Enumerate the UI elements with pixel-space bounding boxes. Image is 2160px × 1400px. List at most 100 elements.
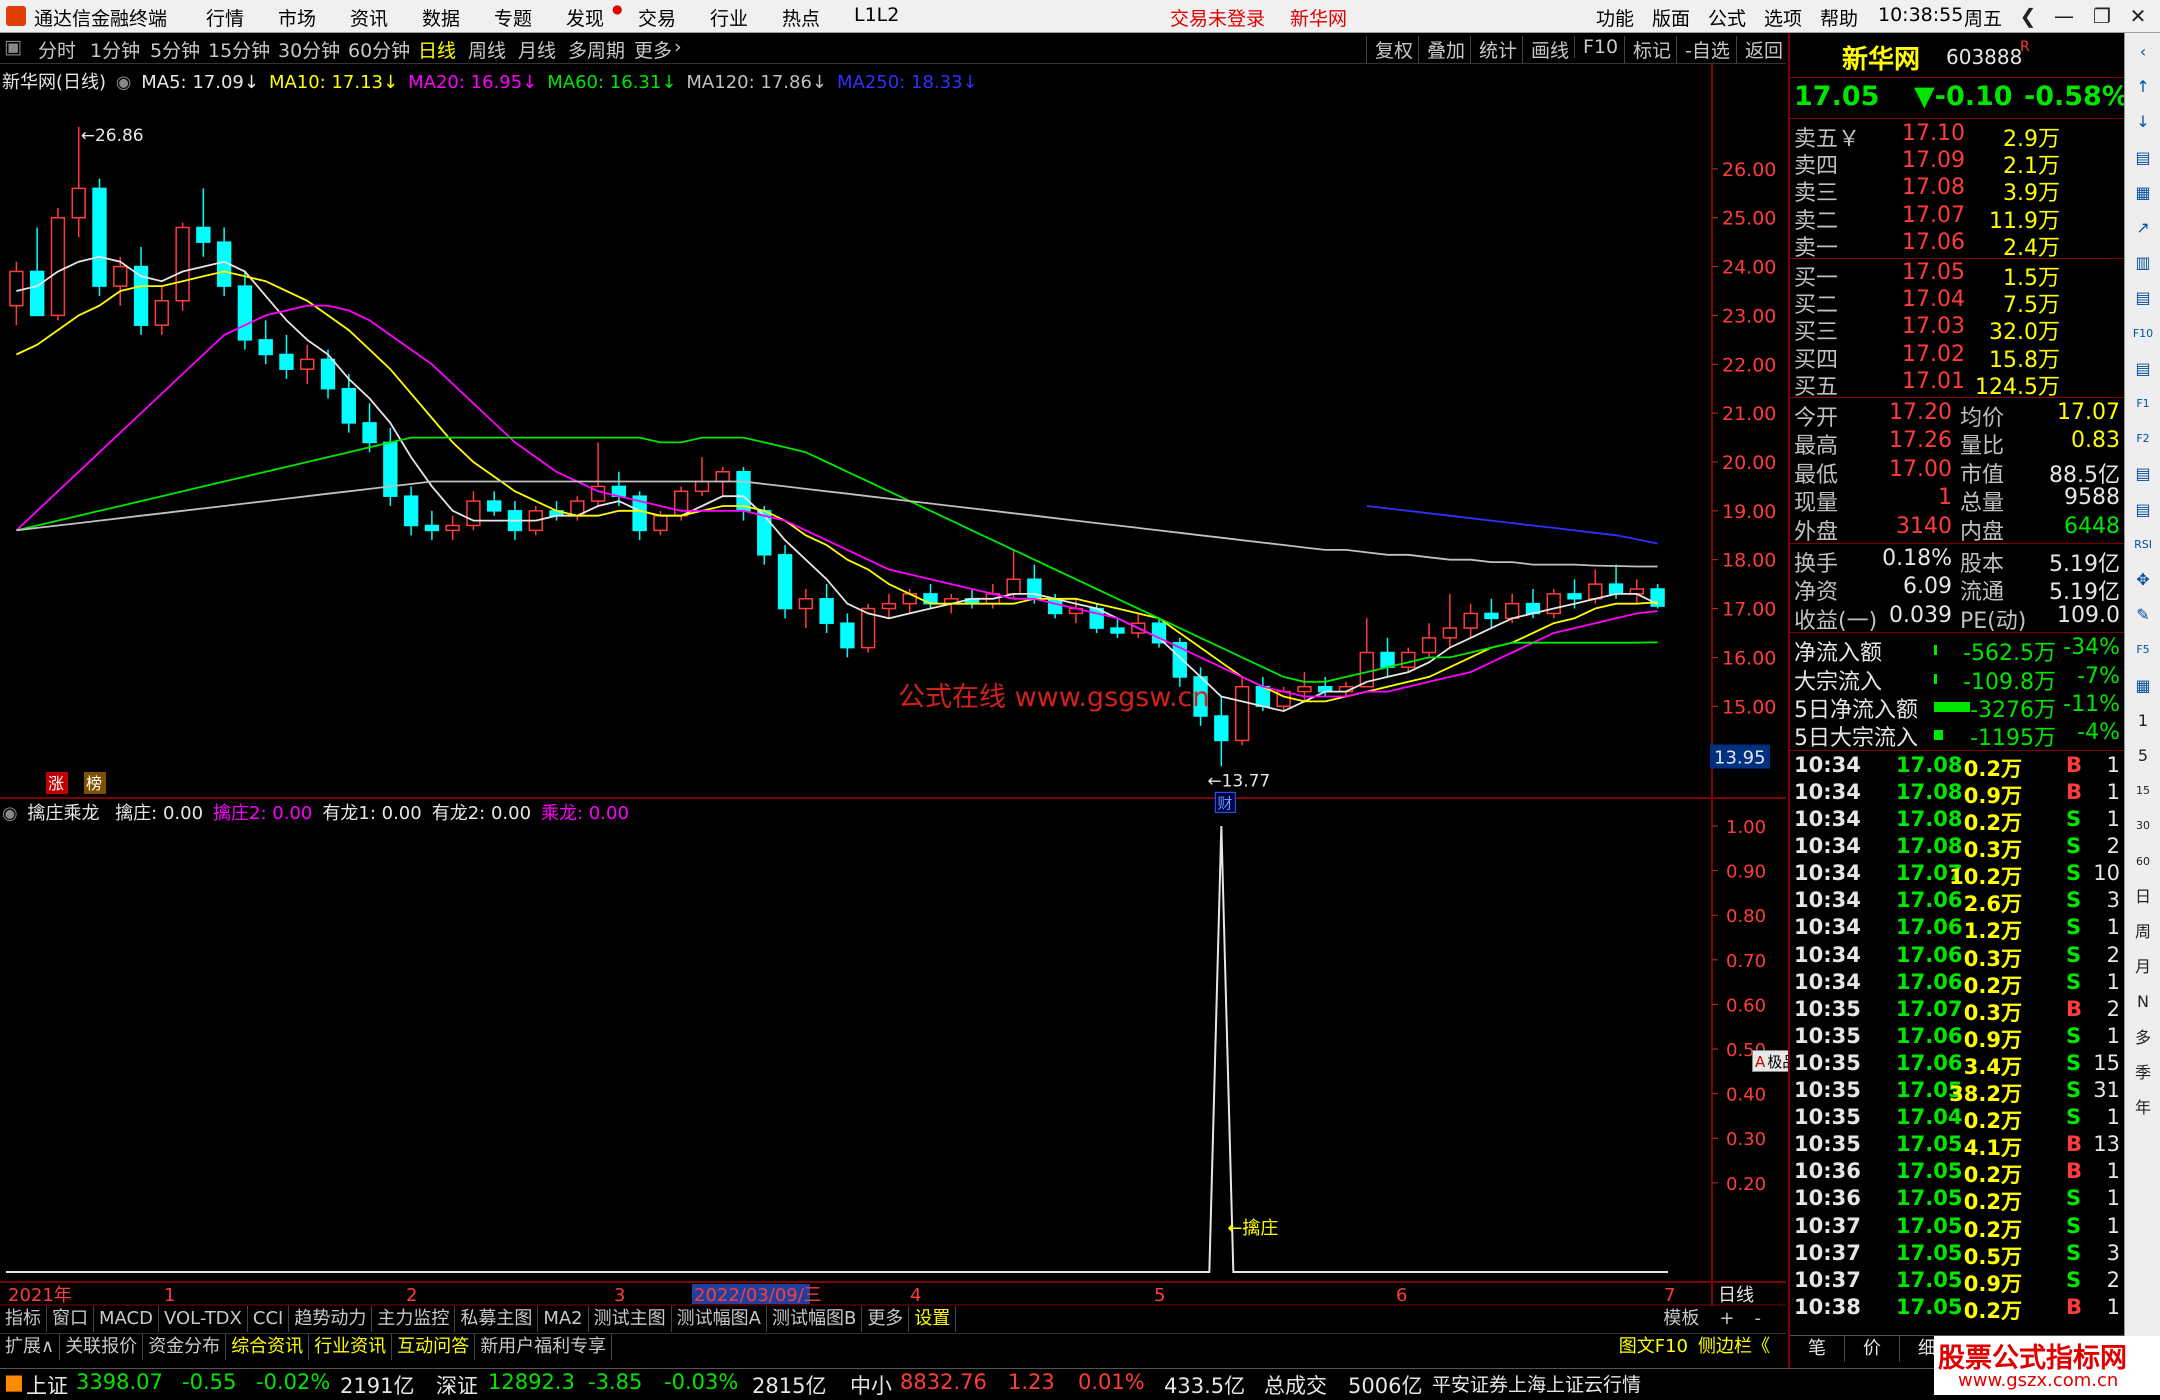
side-tool-icon[interactable]: ▤ xyxy=(2129,285,2157,311)
menu-formula[interactable]: 公式 xyxy=(1708,4,1746,31)
side-tool-icon[interactable]: ▦ xyxy=(2129,673,2157,699)
side-tool-icon[interactable]: F1 xyxy=(2129,391,2157,417)
indicator-tab[interactable]: 指标 xyxy=(0,1306,47,1332)
period-tab[interactable]: 30分钟 xyxy=(278,36,340,63)
period-tab[interactable]: 日线 xyxy=(418,36,456,63)
extension-tab[interactable]: 关联报价 xyxy=(60,1334,144,1360)
menu-options[interactable]: 选项 xyxy=(1764,4,1802,31)
period-tab[interactable]: 分时 xyxy=(38,36,76,63)
tool-restore-rights[interactable]: 复权 xyxy=(1366,36,1413,63)
indicator-tab[interactable]: MA2 xyxy=(538,1306,589,1332)
chevron-right-icon[interactable]: › xyxy=(674,36,682,58)
period-tab[interactable]: 5分钟 xyxy=(150,36,200,63)
menu-function[interactable]: 功能 xyxy=(1596,4,1634,31)
tool-mark[interactable]: 标记 xyxy=(1624,36,1671,63)
login-notice[interactable]: 交易未登录 xyxy=(1170,4,1265,31)
extension-tab[interactable]: 扩展∧ xyxy=(0,1334,61,1360)
indicator-tab-control[interactable]: + xyxy=(1709,1306,1744,1332)
period-tab[interactable]: 周线 xyxy=(468,36,506,63)
tool-remove-fav[interactable]: -自选 xyxy=(1676,36,1730,63)
index-sz-name[interactable]: 深证 xyxy=(436,1370,478,1400)
menu-l1l2[interactable]: L1L2 xyxy=(854,4,899,26)
index-sh-name[interactable]: 上证 xyxy=(26,1370,68,1400)
tool-f10[interactable]: F10 xyxy=(1574,36,1618,58)
side-tool-icon[interactable]: ‹ xyxy=(2129,39,2157,65)
collapse-icon[interactable]: ▣ xyxy=(4,36,22,58)
side-tool-icon[interactable]: ▤ xyxy=(2129,461,2157,487)
menu-news[interactable]: 资讯 xyxy=(350,4,388,31)
period-tab[interactable]: 1分钟 xyxy=(90,36,140,63)
kline-chart[interactable]: 26.0025.0024.0023.0022.0021.0020.0019.00… xyxy=(0,64,1786,1316)
menu-data[interactable]: 数据 xyxy=(422,4,460,31)
side-tool-icon[interactable]: ▤ xyxy=(2129,356,2157,382)
menu-topics[interactable]: 专题 xyxy=(494,4,532,31)
side-tool-icon[interactable]: F5 xyxy=(2129,637,2157,663)
period-tab[interactable]: 60分钟 xyxy=(348,36,410,63)
indicator-tab[interactable]: 私募主图 xyxy=(455,1306,539,1332)
dropdown-icon[interactable]: ◉ xyxy=(2,803,18,824)
menu-trade[interactable]: 交易 xyxy=(638,4,676,31)
tool-back[interactable]: 返回 xyxy=(1736,36,1783,63)
indicator-tab[interactable]: VOL-TDX xyxy=(159,1306,248,1332)
side-tool-icon[interactable]: 5 xyxy=(2129,743,2157,769)
side-tool-icon[interactable]: ↓ xyxy=(2129,109,2157,135)
side-tool-icon[interactable]: 季 xyxy=(2129,1060,2157,1086)
indicator-tab[interactable]: 窗口 xyxy=(47,1306,94,1332)
side-tool-icon[interactable]: 多 xyxy=(2129,1025,2157,1051)
side-tool-icon[interactable]: F2 xyxy=(2129,426,2157,452)
extension-tab[interactable]: 互动问答 xyxy=(392,1334,476,1360)
menu-market[interactable]: 市场 xyxy=(278,4,316,31)
side-tool-icon[interactable]: ✎ xyxy=(2129,602,2157,628)
indicator-tab[interactable]: MACD xyxy=(94,1306,159,1332)
side-tool-icon[interactable]: ▥ xyxy=(2129,250,2157,276)
side-tool-icon[interactable]: ↗ xyxy=(2129,215,2157,241)
side-tool-icon[interactable]: RSI xyxy=(2129,532,2157,558)
extension-tab[interactable]: 新用户福利专享 xyxy=(475,1334,613,1360)
back-arrow-icon[interactable]: ❮ xyxy=(2010,2,2046,30)
indicator-tab[interactable]: 测试主图 xyxy=(589,1306,672,1332)
side-tool-icon[interactable]: ▦ xyxy=(2129,180,2157,206)
side-tool-icon[interactable]: 30 xyxy=(2129,813,2157,839)
side-tool-icon[interactable]: 月 xyxy=(2129,954,2157,980)
extension-tab[interactable]: 资金分布 xyxy=(143,1334,227,1360)
restore-icon[interactable]: ❐ xyxy=(2084,2,2120,30)
quote-tab[interactable]: 笔 xyxy=(1790,1336,1845,1362)
dropdown-icon[interactable]: ◉ xyxy=(116,72,132,93)
side-tool-icon[interactable]: 1 xyxy=(2129,708,2157,734)
indicator-tab[interactable]: 测试幅图B xyxy=(767,1306,863,1332)
indicator-tab[interactable]: 更多 xyxy=(862,1306,910,1332)
menu-quotes[interactable]: 行情 xyxy=(206,4,244,31)
indicator-tab[interactable]: 测试幅图A xyxy=(672,1306,767,1332)
index-zx-name[interactable]: 中小 xyxy=(850,1370,892,1400)
menu-discover[interactable]: 发现 xyxy=(566,4,604,31)
period-tab[interactable]: 更多 xyxy=(634,36,672,63)
side-tool-icon[interactable]: F10 xyxy=(2129,321,2157,347)
minimize-icon[interactable]: — xyxy=(2046,2,2082,30)
period-tab[interactable]: 15分钟 xyxy=(208,36,270,63)
indicator-tab[interactable]: CCI xyxy=(248,1306,290,1332)
menu-help[interactable]: 帮助 xyxy=(1820,4,1858,31)
tool-draw[interactable]: 画线 xyxy=(1522,36,1569,63)
extension-tab[interactable]: 行业资讯 xyxy=(309,1334,393,1360)
indicator-tab-control[interactable]: - xyxy=(1745,1306,1772,1332)
indicator-tab[interactable]: 设置 xyxy=(909,1306,957,1332)
side-tool-icon[interactable]: 15 xyxy=(2129,778,2157,804)
period-tab[interactable]: 多周期 xyxy=(568,36,625,63)
menu-layout[interactable]: 版面 xyxy=(1652,4,1690,31)
extension-tab[interactable]: 综合资讯 xyxy=(226,1334,310,1360)
side-tool-icon[interactable]: N xyxy=(2129,989,2157,1015)
tool-overlay[interactable]: 叠加 xyxy=(1418,36,1465,63)
indicator-tab[interactable]: 主力监控 xyxy=(372,1306,456,1332)
side-tool-icon[interactable]: 60 xyxy=(2129,849,2157,875)
side-tool-icon[interactable]: ▤ xyxy=(2129,145,2157,171)
extension-tab-control[interactable]: 图文F10 xyxy=(1614,1334,1693,1360)
tool-stats[interactable]: 统计 xyxy=(1470,36,1517,63)
extension-tab-control[interactable]: 侧边栏《 xyxy=(1693,1334,1775,1360)
close-icon[interactable]: ✕ xyxy=(2120,2,2156,30)
quote-tab[interactable]: 价 xyxy=(1845,1336,1900,1362)
side-tool-icon[interactable]: ↑ xyxy=(2129,74,2157,100)
side-tool-icon[interactable]: ▤ xyxy=(2129,497,2157,523)
indicator-tab-control[interactable]: 模板 xyxy=(1653,1306,1709,1332)
side-tool-icon[interactable]: 年 xyxy=(2129,1095,2157,1121)
menu-industry[interactable]: 行业 xyxy=(710,4,748,31)
